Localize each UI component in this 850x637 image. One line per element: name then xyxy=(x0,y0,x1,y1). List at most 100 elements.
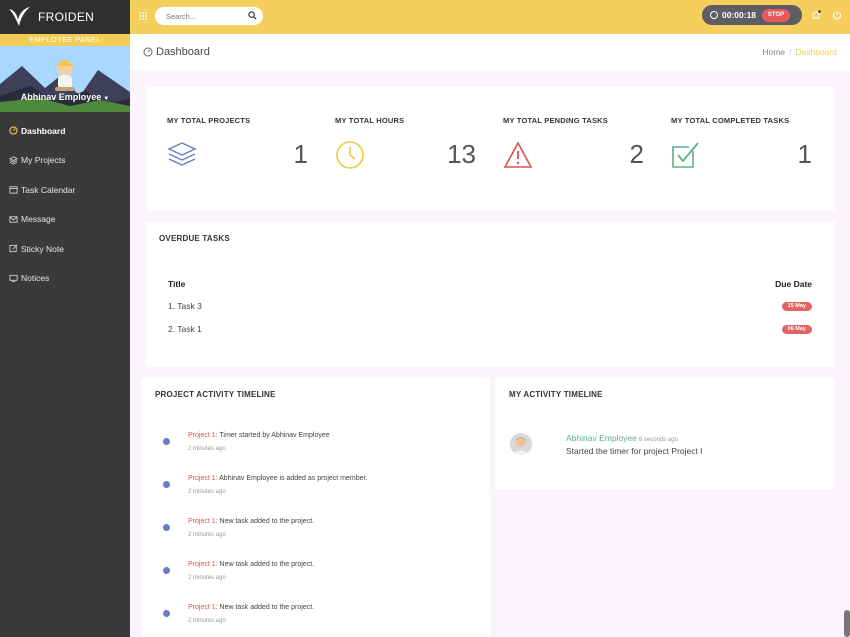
due-date-badge: 15 May xyxy=(781,302,812,311)
timeline-dot xyxy=(163,524,170,531)
layers-icon xyxy=(8,155,18,165)
sidebar-item-message[interactable]: Message xyxy=(0,205,130,235)
warning-icon xyxy=(503,141,533,168)
activity-time: 2 minutes ago xyxy=(188,446,226,452)
timeline-dot xyxy=(163,438,170,445)
gauge-icon xyxy=(8,126,18,136)
stop-timer-button[interactable]: STOP xyxy=(762,8,791,22)
sidebar-item-label: Dashboard xyxy=(21,125,66,136)
sidebar-item-label: Notices xyxy=(21,273,50,284)
mountain-illustration xyxy=(0,46,130,112)
topbar: 00:00:18 STOP xyxy=(130,0,850,34)
activity-time: 2 minutes ago xyxy=(188,575,226,581)
activity-time: 2 minutes ago xyxy=(188,532,226,538)
menu-toggle-icon[interactable] xyxy=(138,11,148,21)
stat-pending-tasks: MY TOTAL PENDING TASKS 2 xyxy=(482,87,650,211)
gauge-icon xyxy=(143,47,153,57)
calendar-icon xyxy=(8,185,18,195)
monitor-icon xyxy=(8,273,18,283)
timeline-dot xyxy=(163,610,170,617)
stats-card: MY TOTAL PROJECTS 1 MY TOTAL HOURS 13 MY… xyxy=(146,87,835,211)
project-link[interactable]: Project 1: xyxy=(188,604,218,611)
notification-bell-icon[interactable] xyxy=(811,10,821,21)
activity-text: Started the timer for project Project I xyxy=(566,446,703,456)
overdue-tasks-card: OVERDUE TASKS Title Due Date 1. Task 3 1… xyxy=(146,222,835,367)
brand[interactable]: FROIDEN xyxy=(0,0,130,34)
envelope-icon xyxy=(8,214,18,224)
column-header-title: Title xyxy=(168,279,186,289)
card-title: PROJECT ACTIVITY TIMELINE xyxy=(155,390,276,399)
activity-text: New task added to the project. xyxy=(217,518,315,525)
timeline-dot xyxy=(163,481,170,488)
search-input[interactable] xyxy=(166,11,246,21)
stat-label: MY TOTAL HOURS xyxy=(335,116,405,125)
profile-banner[interactable]: Abhinav Employee ▼ xyxy=(0,46,130,112)
my-activity-timeline: MY ACTIVITY TIMELINE Abhinav Employee 6 s… xyxy=(495,378,835,489)
project-link[interactable]: Project 1: xyxy=(188,432,218,439)
panel-label: EMPLOYEE PANEL xyxy=(0,34,130,46)
activity-text: Timer started by Abhinav Employee xyxy=(217,432,330,439)
timer-value: 00:00:18 xyxy=(722,10,757,20)
brand-name: FROIDEN xyxy=(38,10,95,24)
activity-user-link[interactable]: Abhinav Employee xyxy=(566,433,637,443)
activity-text: New task added to the project. xyxy=(217,604,315,611)
search-box xyxy=(155,7,263,25)
stat-value: 1 xyxy=(797,139,812,169)
task-title[interactable]: 2. Task 1 xyxy=(168,324,202,334)
table-row[interactable]: 1. Task 3 15 May xyxy=(168,301,812,315)
table-row[interactable]: 2. Task 1 06 May xyxy=(168,324,812,338)
breadcrumb-current: Dashboard xyxy=(795,47,837,57)
project-link[interactable]: Project 1: xyxy=(188,518,218,525)
due-date-badge: 06 May xyxy=(781,325,812,334)
sidebar-item-sticky-note[interactable]: Sticky Note xyxy=(0,234,130,264)
page-title: Dashboard xyxy=(143,46,210,58)
sidebar-item-label: Sticky Note xyxy=(21,243,64,254)
checkbox-icon xyxy=(672,142,699,168)
sidebar-item-label: Message xyxy=(21,214,56,225)
timeline-item: Project 1: New task added to the project… xyxy=(163,604,473,634)
avatar[interactable] xyxy=(510,433,532,455)
profile-name[interactable]: Abhinav Employee ▼ xyxy=(0,92,130,102)
sidebar-item-task-calendar[interactable]: Task Calendar xyxy=(0,175,130,205)
stat-label: MY TOTAL PENDING TASKS xyxy=(503,116,608,125)
column-header-due-date: Due Date xyxy=(775,279,812,289)
activity-text: New task added to the project. xyxy=(217,561,315,568)
sidebar: FROIDEN EMPLOYEE PANEL Abhinav Employee ▼… xyxy=(0,0,130,637)
stat-total-hours: MY TOTAL HOURS 13 xyxy=(314,87,482,211)
sidebar-item-label: Task Calendar xyxy=(21,184,76,195)
stat-label: MY TOTAL COMPLETED TASKS xyxy=(671,116,790,125)
note-icon xyxy=(8,244,18,254)
stat-completed-tasks: MY TOTAL COMPLETED TASKS 1 xyxy=(650,87,818,211)
timeline-dot xyxy=(163,567,170,574)
card-title: OVERDUE TASKS xyxy=(159,234,230,243)
search-icon[interactable] xyxy=(248,11,257,20)
task-title[interactable]: 1. Task 3 xyxy=(168,301,202,311)
project-activity-timeline: PROJECT ACTIVITY TIMELINE Project 1: Tim… xyxy=(141,378,490,637)
activity-user: Abhinav Employee 6 seconds ago xyxy=(566,433,678,443)
project-link[interactable]: Project 1: xyxy=(188,475,218,482)
sidebar-item-notices[interactable]: Notices xyxy=(0,264,130,294)
stat-total-projects: MY TOTAL PROJECTS 1 xyxy=(146,87,314,211)
project-link[interactable]: Project 1: xyxy=(188,561,218,568)
power-icon[interactable] xyxy=(832,10,842,20)
activity-ago: 6 seconds ago xyxy=(638,437,678,443)
timeline-item: Project 1: Timer started by Abhinav Empl… xyxy=(163,432,473,462)
logo-icon xyxy=(9,7,30,26)
sidebar-item-dashboard[interactable]: Dashboard xyxy=(0,116,130,146)
activity-time: 2 minutes ago xyxy=(188,618,226,624)
page-scrollbar[interactable] xyxy=(844,610,850,637)
timeline-item: Project 1: New task added to the project… xyxy=(163,561,473,591)
layers-icon xyxy=(167,142,197,166)
breadcrumb-separator: / xyxy=(789,47,792,57)
breadcrumb-home[interactable]: Home xyxy=(762,47,785,57)
stat-value: 2 xyxy=(629,139,644,169)
stat-label: MY TOTAL PROJECTS xyxy=(167,116,251,125)
timeline-item: Project 1: New task added to the project… xyxy=(163,518,473,548)
page-header: Dashboard Home / Dashboard xyxy=(130,34,850,70)
clock-icon xyxy=(336,141,364,169)
timeline-item: Project 1: Abhinav Employee is added as … xyxy=(163,475,473,505)
stopwatch-icon xyxy=(710,11,718,19)
sidebar-nav: Dashboard My Projects Task Calendar Mess… xyxy=(0,112,130,293)
sidebar-item-my-projects[interactable]: My Projects xyxy=(0,146,130,176)
activity-text: Abhinav Employee is added as project mem… xyxy=(217,475,368,482)
